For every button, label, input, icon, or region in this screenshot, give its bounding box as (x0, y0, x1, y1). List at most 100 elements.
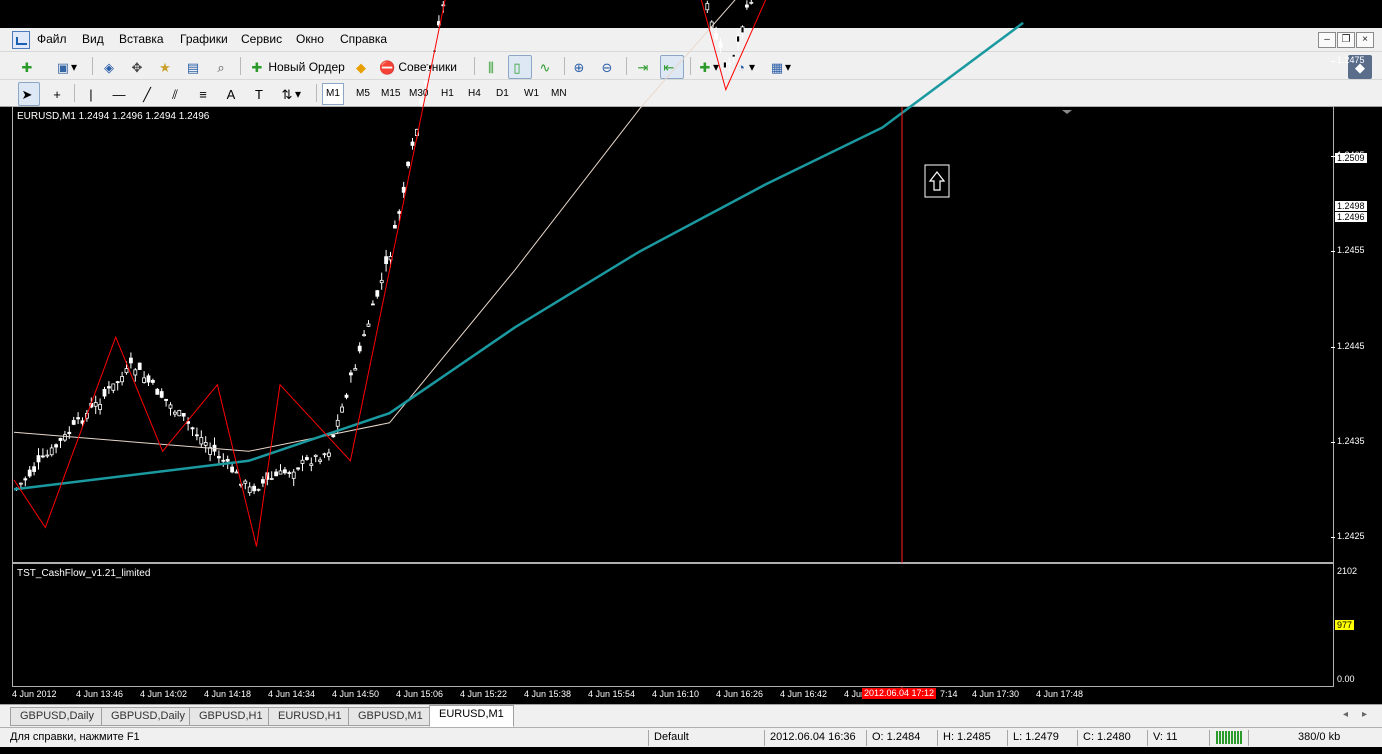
candle (344, 394, 349, 398)
candle (23, 478, 28, 481)
candle (124, 368, 129, 374)
hline-middle-price: 1.2498 (1335, 201, 1367, 211)
candle (745, 4, 749, 8)
candle (221, 459, 226, 462)
tab-eurusd-m1[interactable]: EURUSD,M1 (429, 705, 514, 727)
price-tick-mark (1331, 251, 1335, 253)
time-tick-label: 4 Jun 16:26 (716, 689, 764, 699)
candle (181, 413, 186, 417)
indicator-name: TST_CashFlow_v1.21_limited (17, 568, 151, 579)
candle (274, 471, 279, 477)
candle (718, 42, 723, 49)
time-tick-label: 4 Jun 14:18 (204, 689, 252, 699)
candle (41, 455, 45, 458)
candle (419, 98, 424, 105)
candle (322, 453, 327, 456)
time-tick-label: 4 Jun 17:30 (972, 689, 1020, 699)
candle (269, 478, 274, 480)
candle (247, 486, 252, 494)
price-tick-label: 1.2425 (1337, 531, 1365, 541)
time-tick-tail: 7:14 (940, 689, 958, 699)
candle (282, 469, 287, 474)
candle (318, 459, 323, 462)
price-tick-label: 1.2475 (1337, 55, 1365, 65)
tab-gbpusd-m1[interactable]: GBPUSD,M1 (348, 707, 433, 726)
tab-gbpusd-daily[interactable]: GBPUSD,Daily (10, 707, 104, 726)
candle (120, 376, 124, 383)
candle (410, 141, 415, 146)
status-traffic: 380/0 kb (1298, 731, 1341, 743)
candle (714, 32, 718, 40)
candle (63, 434, 67, 441)
connection-status-icon[interactable] (1216, 731, 1242, 744)
candle (252, 485, 257, 492)
ma-fast-line (13, 0, 736, 452)
status-volume: V: 11 (1153, 731, 1178, 743)
tab-scroll-right-icon[interactable]: ▸ (1362, 709, 1367, 720)
candle (54, 444, 58, 448)
candle (137, 362, 142, 370)
price-tick-label: 1.2445 (1337, 340, 1365, 351)
candle (146, 375, 151, 383)
candle (168, 404, 173, 409)
candle (27, 469, 32, 477)
time-tick-label: 4 Jun 14:02 (140, 689, 188, 699)
candle (736, 35, 740, 43)
candle (335, 419, 340, 427)
candle (287, 472, 292, 474)
candle (142, 377, 147, 383)
candle (304, 457, 309, 460)
candle (49, 447, 54, 456)
tab-gbpusd-daily-2[interactable]: GBPUSD,Daily (101, 707, 195, 726)
status-high: H: 1.2485 (943, 731, 991, 743)
indicator-window[interactable] (12, 563, 1334, 687)
candle (128, 357, 133, 364)
candle (278, 470, 283, 475)
candle (406, 161, 411, 167)
time-tick-label: 4 Jun 15:54 (588, 689, 636, 699)
time-tick-label: 4 Jun 15:38 (524, 689, 572, 699)
status-datetime: 2012.06.04 16:36 (770, 731, 856, 743)
tab-eurusd-h1[interactable]: EURUSD,H1 (268, 707, 352, 726)
price-tick-mark (1331, 441, 1335, 443)
status-open: O: 1.2484 (872, 731, 921, 743)
candle (727, 63, 732, 66)
candle (111, 383, 116, 391)
status-profile: Default (654, 731, 689, 743)
chart-tabs: GBPUSD,Daily GBPUSD,Daily GBPUSD,H1 EURU… (0, 704, 1382, 727)
candle (172, 411, 177, 415)
candle (234, 471, 239, 474)
price-tick-mark (1331, 537, 1335, 538)
price-tick-mark (1331, 346, 1335, 348)
crosshair-time-label: 2012.06.04 17:12 (862, 688, 937, 699)
candle (397, 211, 402, 214)
candle (362, 334, 367, 337)
ma-slow-line (13, 21, 1024, 491)
candle (230, 466, 235, 473)
time-tick-label: 4 Jun 14:34 (268, 689, 316, 699)
price-tick-label: 1.2455 (1337, 245, 1365, 256)
hline-upper-price: 1.2509 (1335, 153, 1367, 163)
candle (107, 386, 111, 389)
candle (177, 410, 182, 417)
candle (256, 488, 261, 491)
time-tick-label: 4 Jun 13:46 (76, 689, 124, 699)
tab-scroll-left-icon[interactable]: ◂ (1343, 709, 1348, 720)
time-tick-label: 4 Jun 17:48 (1036, 689, 1084, 699)
candle (348, 372, 353, 376)
candle (423, 80, 428, 85)
candle (45, 454, 50, 457)
candle (93, 402, 98, 407)
candle (309, 463, 314, 466)
candle (313, 454, 318, 457)
candle (731, 53, 736, 58)
candle (243, 480, 248, 484)
candle (353, 368, 358, 371)
tab-gbpusd-h1[interactable]: GBPUSD,H1 (189, 707, 273, 726)
indicator-zero-label: 0.00 (1337, 674, 1355, 684)
candle (164, 398, 169, 401)
candle (98, 404, 102, 410)
candle (190, 427, 195, 430)
candle (296, 467, 301, 470)
time-tick-label: 4 Jun 15:06 (396, 689, 444, 699)
